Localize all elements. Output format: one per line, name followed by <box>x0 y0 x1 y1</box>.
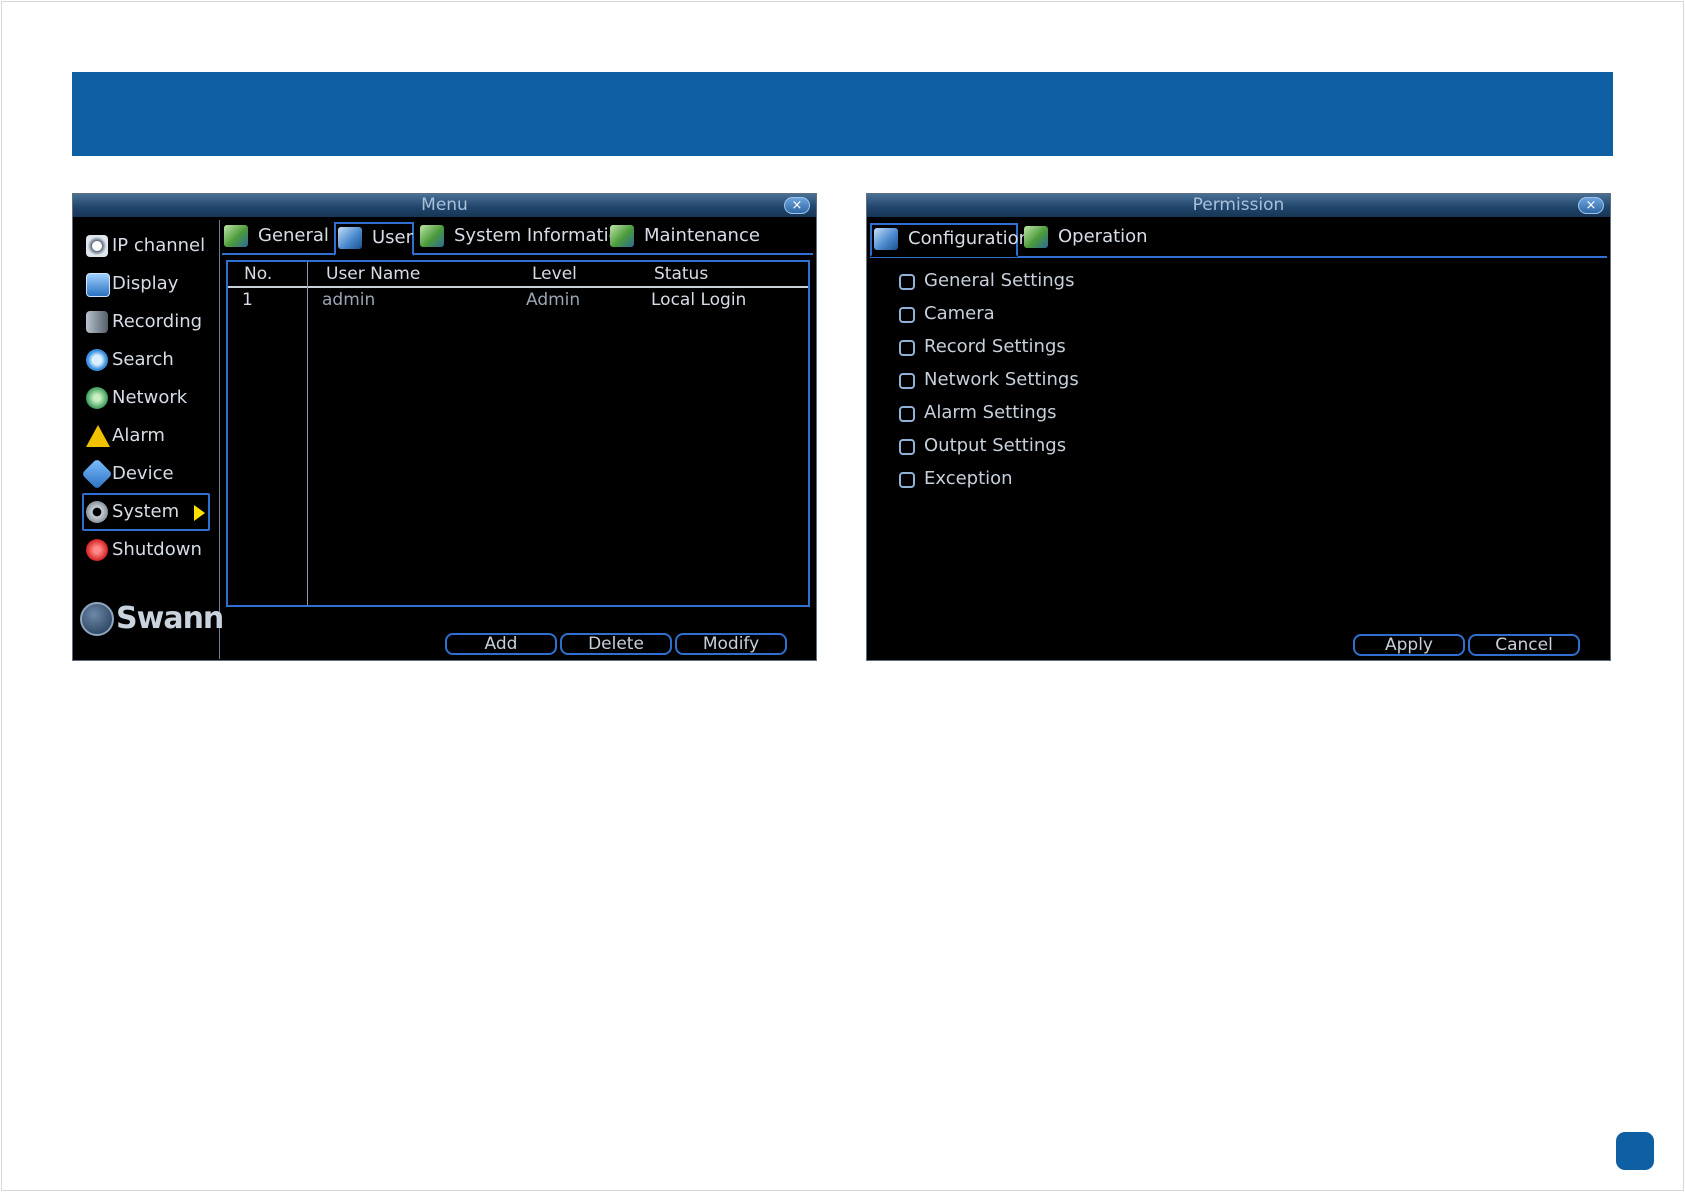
tab-maintenance[interactable]: Maintenance <box>608 222 760 252</box>
gear-icon <box>86 501 108 523</box>
user-icon <box>338 227 362 249</box>
logo-icon <box>80 602 114 636</box>
sidebar-item-label: Device <box>112 463 174 484</box>
sidebar-item-label: System <box>112 501 180 522</box>
checkbox[interactable] <box>899 307 915 323</box>
camera-icon <box>86 235 108 257</box>
menu-titlebar: Menu × <box>73 194 816 217</box>
sidebar-item-label: Search <box>112 349 174 370</box>
delete-button[interactable]: Delete <box>560 633 672 655</box>
checkbox[interactable] <box>899 472 915 488</box>
page-number-badge <box>1616 1132 1654 1170</box>
menu-title: Menu <box>421 195 468 215</box>
power-icon <box>86 539 108 561</box>
sidebar-item-label: Display <box>112 273 179 294</box>
column-header: Status <box>654 264 709 284</box>
column-divider <box>307 262 308 605</box>
configuration-icon <box>874 228 898 250</box>
modify-button[interactable]: Modify <box>675 633 787 655</box>
operation-icon <box>1024 226 1048 248</box>
sidebar-item-shutdown[interactable]: Shutdown <box>82 531 210 569</box>
option-label: General Settings <box>924 270 1075 291</box>
sidebar-item-label: IP channel <box>112 235 206 256</box>
sidebar-item-label: Network <box>112 387 188 408</box>
checkbox[interactable] <box>899 274 915 290</box>
menu-tabs: General User System Information Maintena… <box>222 220 813 256</box>
logo-text: Swann <box>116 601 224 636</box>
search-icon <box>86 349 108 371</box>
sidebar-item-label: Alarm <box>112 425 165 446</box>
sidebar-item-search[interactable]: Search <box>82 341 210 379</box>
row-no: 1 <box>242 290 253 310</box>
sidebar-item-display[interactable]: Display <box>82 265 210 303</box>
column-header: No. <box>244 264 273 284</box>
tab-configuration[interactable]: Configuration <box>870 223 1030 257</box>
option-label: Record Settings <box>924 336 1066 357</box>
sidebar-item-label: Recording <box>112 311 203 332</box>
permission-title: Permission <box>1192 195 1285 215</box>
row-status: Local Login <box>651 290 747 310</box>
close-icon[interactable]: × <box>1578 197 1604 214</box>
tab-system-information[interactable]: System Information <box>418 222 631 252</box>
sidebar-item-system[interactable]: System <box>82 493 210 531</box>
tab-label: General <box>258 225 329 246</box>
tab-label: Maintenance <box>644 225 760 246</box>
info-icon <box>420 225 444 247</box>
tab-general[interactable]: General <box>222 222 330 252</box>
column-header: User Name <box>326 264 421 284</box>
sidebar-item-ip-channel[interactable]: IP channel <box>82 227 210 265</box>
row-level: Admin <box>526 290 581 310</box>
tab-user[interactable]: User <box>334 222 414 256</box>
network-icon <box>86 387 108 409</box>
option-label: Network Settings <box>924 369 1079 390</box>
tab-label: User <box>372 227 414 248</box>
alarm-icon <box>86 425 110 447</box>
user-table: No. User Name Level Status 1 admin Admin… <box>226 260 810 607</box>
menu-sidebar: IP channel Display Recording Search Netw… <box>76 220 224 659</box>
permission-titlebar: Permission × <box>867 194 1610 217</box>
add-button[interactable]: Add <box>445 633 557 655</box>
close-icon[interactable]: × <box>784 197 810 214</box>
device-icon <box>81 458 113 490</box>
checkbox[interactable] <box>899 406 915 422</box>
menu-window: Menu × IP channel Display Recording Sear… <box>72 193 817 661</box>
sidebar-item-device[interactable]: Device <box>81 455 210 493</box>
permission-window: Permission × Configuration Operation Gen… <box>866 193 1611 661</box>
sidebar-item-alarm[interactable]: Alarm <box>82 417 210 455</box>
row-user-name: admin <box>322 290 376 310</box>
cancel-button[interactable]: Cancel <box>1468 634 1580 656</box>
tab-label: Operation <box>1058 226 1148 247</box>
permission-tabs: Configuration Operation <box>870 221 1607 258</box>
option-label: Camera <box>924 303 995 324</box>
checkbox[interactable] <box>899 373 915 389</box>
brand-logo: Swann <box>80 599 224 643</box>
sidebar-item-label: Shutdown <box>112 539 202 560</box>
maintenance-icon <box>610 225 634 247</box>
tab-operation[interactable]: Operation <box>1022 223 1148 253</box>
apply-button[interactable]: Apply <box>1353 634 1465 656</box>
column-header: Level <box>532 264 577 284</box>
table-header: No. User Name Level Status <box>228 262 808 288</box>
display-icon <box>86 273 110 297</box>
option-label: Output Settings <box>924 435 1067 456</box>
tab-label: Configuration <box>908 228 1031 249</box>
option-label: Alarm Settings <box>924 402 1057 423</box>
checkbox[interactable] <box>899 439 915 455</box>
chevron-right-icon <box>194 505 205 521</box>
header-banner <box>72 72 1613 156</box>
checkbox[interactable] <box>899 340 915 356</box>
tab-label: System Information <box>454 225 632 246</box>
settings-icon <box>224 225 248 247</box>
recording-icon <box>86 311 108 333</box>
sidebar-item-recording[interactable]: Recording <box>82 303 210 341</box>
sidebar-item-network[interactable]: Network <box>82 379 210 417</box>
option-label: Exception <box>924 468 1013 489</box>
